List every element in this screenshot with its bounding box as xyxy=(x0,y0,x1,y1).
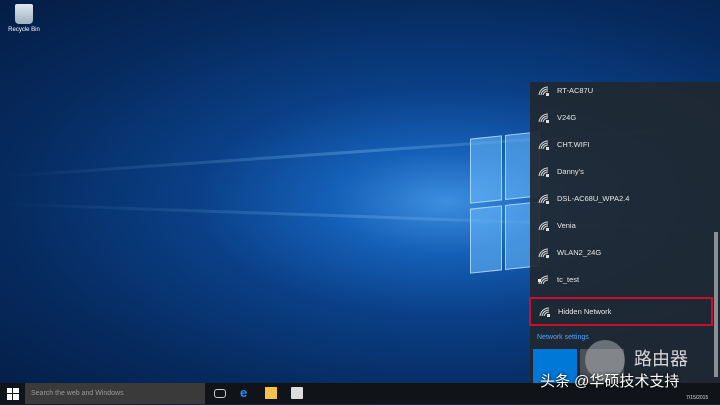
clock-date: 7/15/2015 xyxy=(686,395,708,401)
network-name: DSL-AC68U_WPA2.4 xyxy=(557,194,629,203)
network-settings-link[interactable]: Network settings xyxy=(537,334,589,341)
network-item[interactable]: Danny's xyxy=(530,158,714,185)
store-icon[interactable] xyxy=(291,387,303,399)
wifi-secured-icon xyxy=(539,307,551,317)
wifi-open-icon xyxy=(538,275,550,285)
watermark-caption: 头条 @华硕技术支持 xyxy=(540,370,679,391)
network-name: Hidden Network xyxy=(558,307,611,316)
network-item[interactable]: DSL-AC68U_WPA2.4 xyxy=(530,185,714,212)
wifi-secured-icon xyxy=(538,167,550,177)
scrollbar[interactable] xyxy=(714,232,718,377)
network-flyout: RT-AC87U V24G CHT.WIFI Danny's DSL-AC68U_WPA… xyxy=(530,82,720,383)
network-item[interactable]: Venia xyxy=(530,212,714,239)
network-name: Danny's xyxy=(557,167,584,176)
wifi-secured-icon xyxy=(538,248,550,258)
network-name: WLAN2_24G xyxy=(557,248,601,257)
wifi-secured-icon xyxy=(538,221,550,231)
network-item[interactable]: V24G xyxy=(530,104,714,131)
recycle-bin-icon xyxy=(15,4,33,24)
task-view-icon[interactable] xyxy=(214,389,226,398)
recycle-bin[interactable]: Recycle Bin xyxy=(4,4,44,33)
search-input[interactable]: Search the web and Windows xyxy=(25,383,205,404)
network-name: Venia xyxy=(557,221,576,230)
network-item[interactable]: Hidden Network xyxy=(529,297,713,326)
network-name: RT-AC87U xyxy=(557,86,593,95)
edge-icon[interactable]: e xyxy=(240,385,252,397)
file-explorer-icon[interactable] xyxy=(265,387,277,399)
network-item[interactable]: RT-AC87U xyxy=(530,77,714,104)
network-name: tc_test xyxy=(557,275,579,284)
network-name: V24G xyxy=(557,113,576,122)
wifi-secured-icon xyxy=(538,113,550,123)
network-item[interactable]: WLAN2_24G xyxy=(530,239,714,266)
watermark-text: 路由器 xyxy=(634,345,688,371)
wifi-secured-icon xyxy=(538,86,550,96)
wifi-secured-icon xyxy=(538,140,550,150)
network-name: CHT.WIFI xyxy=(557,140,590,149)
network-item[interactable]: tc_test xyxy=(530,266,714,293)
recycle-bin-label: Recycle Bin xyxy=(8,27,40,33)
start-button[interactable] xyxy=(7,387,19,399)
wifi-secured-icon xyxy=(538,194,550,204)
network-item[interactable]: CHT.WIFI xyxy=(530,131,714,158)
